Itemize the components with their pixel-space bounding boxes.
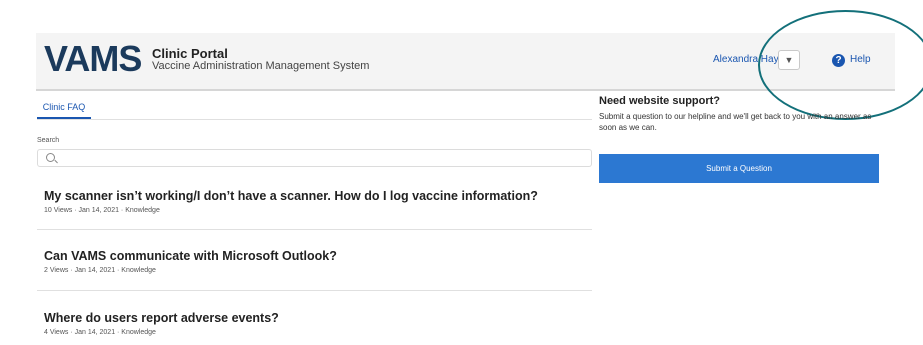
- portal-title: Clinic Portal: [152, 46, 228, 61]
- chevron-down-icon: ▼: [784, 55, 794, 65]
- list-divider: [37, 229, 592, 230]
- list-item[interactable]: Where do users report adverse events? 4 …: [44, 311, 592, 336]
- article-meta: 4 Views · Jan 14, 2021 · Knowledge: [44, 329, 156, 336]
- tab-clinic-faq[interactable]: Clinic FAQ: [37, 100, 91, 119]
- app-header: VAMS Clinic Portal Vaccine Administratio…: [36, 33, 895, 91]
- tab-underline-divider: [37, 119, 592, 120]
- article-title-link[interactable]: Can VAMS communicate with Microsoft Outl…: [44, 249, 592, 263]
- support-title: Need website support?: [599, 95, 721, 107]
- list-divider: [37, 290, 592, 291]
- help-icon[interactable]: ?: [832, 54, 845, 67]
- portal-subtitle: Vaccine Administration Management System: [152, 60, 370, 72]
- user-menu-dropdown-button[interactable]: ▼: [778, 50, 800, 70]
- vams-logo: VAMS: [44, 38, 142, 79]
- support-panel: Need website support? Submit a question …: [599, 95, 889, 133]
- search-input[interactable]: [37, 149, 592, 167]
- article-meta: 10 Views · Jan 14, 2021 · Knowledge: [44, 207, 160, 214]
- article-title-link[interactable]: Where do users report adverse events?: [44, 311, 592, 325]
- search-label: Search: [37, 137, 60, 144]
- search-icon: [46, 153, 55, 162]
- list-item[interactable]: Can VAMS communicate with Microsoft Outl…: [44, 249, 592, 274]
- article-title-link[interactable]: My scanner isn’t working/I don’t have a …: [44, 189, 592, 203]
- list-item[interactable]: My scanner isn’t working/I don’t have a …: [44, 189, 592, 214]
- help-link[interactable]: Help: [850, 54, 871, 65]
- article-meta: 2 Views · Jan 14, 2021 · Knowledge: [44, 267, 156, 274]
- submit-question-button[interactable]: Submit a Question: [599, 154, 879, 183]
- support-text: Submit a question to our helpline and we…: [599, 112, 872, 132]
